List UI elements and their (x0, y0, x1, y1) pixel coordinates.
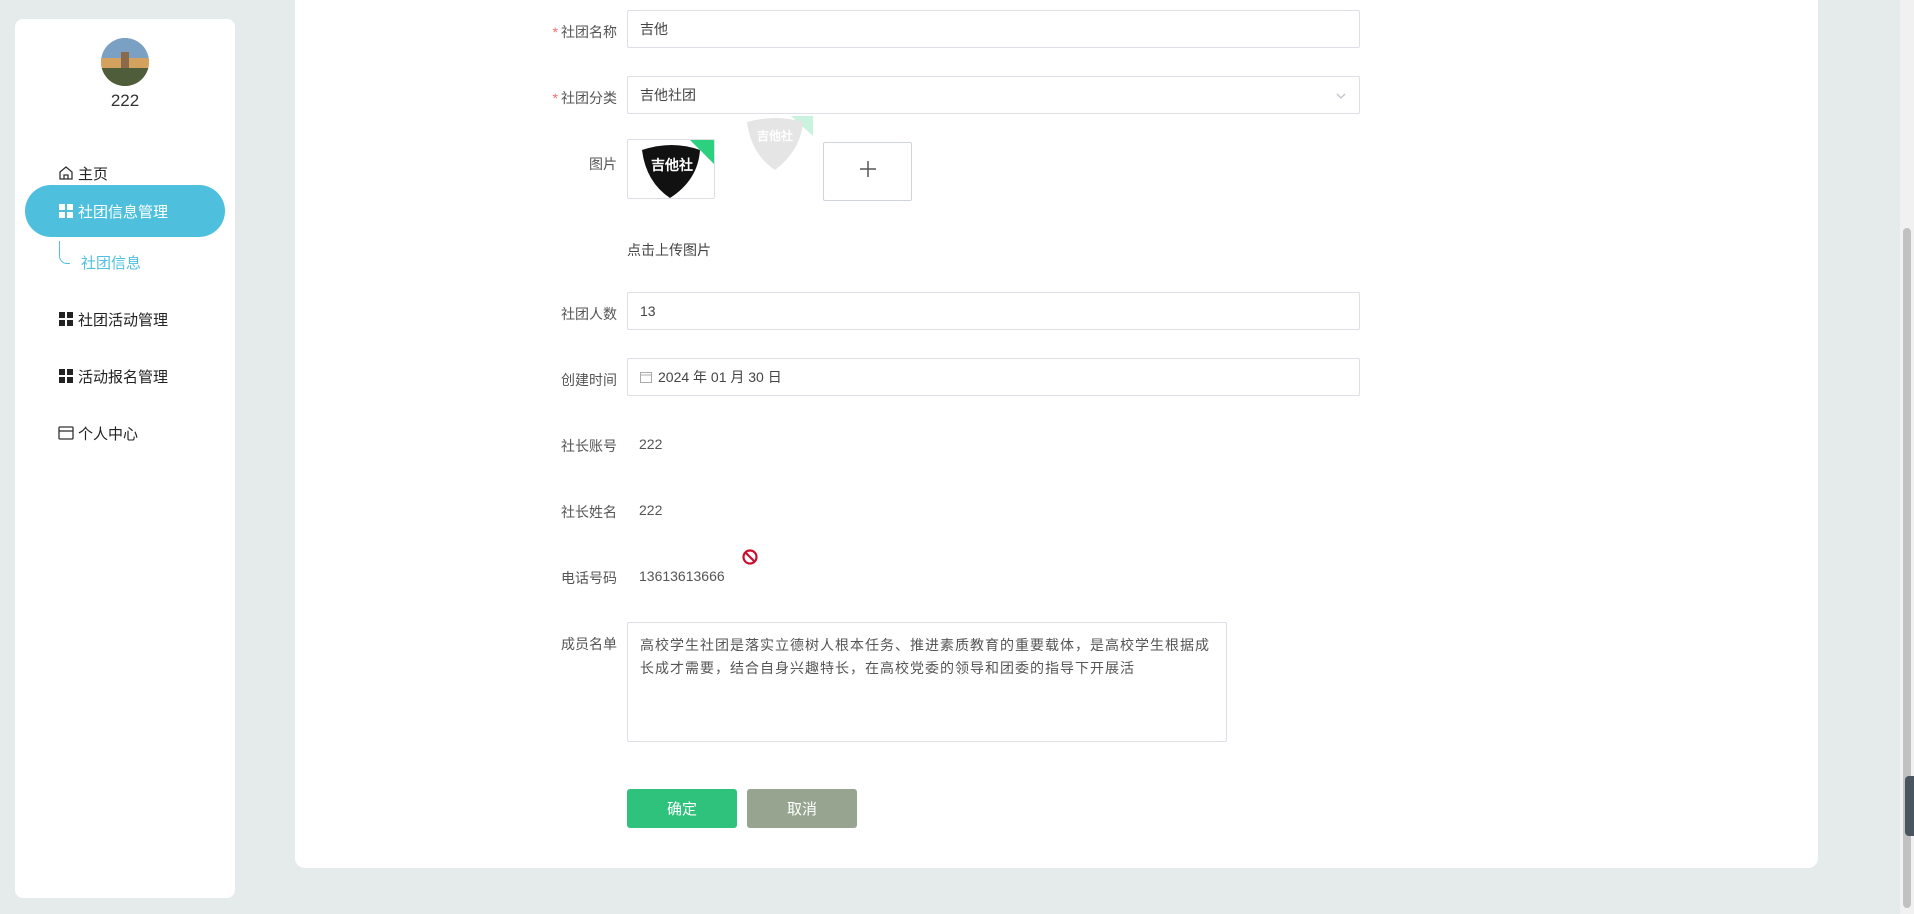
calendar-icon (640, 371, 652, 383)
required-asterisk: * (552, 24, 558, 40)
phone-label: 电话号码 (561, 570, 617, 586)
sidebar-item-label: 社团活动管理 (78, 311, 169, 329)
sidebar-item-club-activity-management[interactable]: 社团活动管理 (25, 293, 225, 345)
member-list-textarea[interactable]: 高校学生社团是落实立德树人根本任务、推进素质教育的重要载体，是高校学生根据成长成… (627, 622, 1227, 742)
sidebar-item-label: 主页 (78, 165, 109, 183)
members-count-input[interactable]: 13 (627, 292, 1360, 330)
created-date-label: 创建时间 (561, 372, 617, 388)
drag-ghost-image: 吉他社 (741, 116, 813, 172)
chevron-down-icon (1335, 89, 1347, 105)
club-category-select[interactable]: 吉他社团 (627, 76, 1360, 114)
submenu-connector (59, 241, 70, 264)
svg-text:吉他社: 吉他社 (651, 157, 693, 174)
leader-name-value: 222 (639, 502, 663, 518)
sidebar-item-personal-center[interactable]: 个人中心 (25, 407, 225, 459)
upload-hint: 点击上传图片 (627, 242, 711, 258)
members-count-label: 社团人数 (561, 306, 617, 322)
club-name-input[interactable]: 吉他 (627, 10, 1360, 48)
club-name-label: * 社团名称 (552, 24, 617, 40)
club-category-label: * 社团分类 (552, 90, 617, 106)
leader-account-value: 222 (639, 436, 663, 452)
sidebar-item-label: 个人中心 (78, 425, 139, 443)
grid-icon (58, 368, 74, 384)
app-root: 222 主页 社团信息管理 社团信息 社团活动管理 活动报名管理 个人中心 * … (0, 0, 1914, 914)
sidebar-item-label: 活动报名管理 (78, 368, 169, 386)
svg-text:吉他社: 吉他社 (757, 128, 793, 143)
not-allowed-cursor-icon (741, 548, 759, 571)
username: 222 (110, 91, 140, 110)
upload-image-button[interactable] (823, 142, 912, 201)
avatar[interactable] (101, 38, 149, 86)
member-list-label: 成员名单 (561, 636, 617, 652)
grid-icon (58, 203, 74, 219)
sidebar-subitem-club-info[interactable]: 社团信息 (81, 252, 141, 273)
sidebar: 222 主页 社团信息管理 社团信息 社团活动管理 活动报名管理 个人中心 (15, 19, 235, 898)
members-count-value: 13 (640, 303, 656, 319)
card-icon (58, 425, 74, 441)
leader-name-label: 社长姓名 (561, 504, 617, 520)
side-widget-tab[interactable] (1905, 776, 1914, 836)
cancel-button[interactable]: 取消 (747, 789, 857, 828)
club-name-value: 吉他 (640, 21, 668, 37)
confirm-button[interactable]: 确定 (627, 789, 737, 828)
plus-icon (858, 159, 878, 184)
image-label: 图片 (589, 156, 617, 172)
uploaded-image-thumb[interactable]: 吉他社 (627, 139, 715, 199)
club-category-value: 吉他社团 (640, 87, 696, 103)
required-asterisk: * (552, 90, 558, 106)
created-date-value: 2024 年 01 月 30 日 (658, 369, 782, 385)
created-date-input[interactable]: 2024 年 01 月 30 日 (627, 358, 1360, 396)
grid-icon (58, 311, 74, 327)
sidebar-item-club-info-management[interactable]: 社团信息管理 (25, 185, 225, 237)
leader-account-label: 社长账号 (561, 438, 617, 454)
home-icon (58, 165, 74, 181)
sidebar-item-label: 社团信息管理 (78, 203, 169, 221)
sidebar-item-signup-management[interactable]: 活动报名管理 (25, 350, 225, 402)
phone-value: 13613613666 (639, 568, 725, 584)
